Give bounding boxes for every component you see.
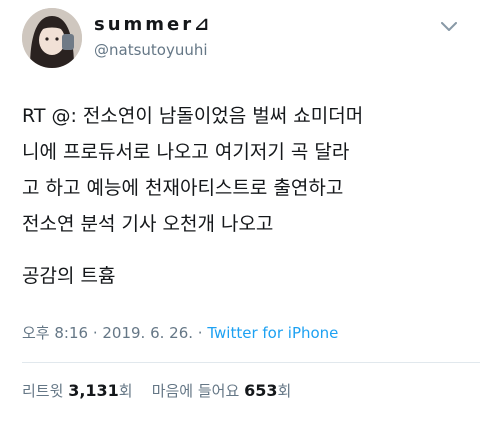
likes-count: 653: [244, 381, 278, 400]
divider: [22, 362, 480, 363]
tweet-text: RT @: 전소연이 남돌이었음 벌써 쇼미더머 니에 프로듀서로 나오고 여기…: [22, 98, 462, 294]
tweet-time[interactable]: 오후 8:16: [22, 324, 88, 342]
likes-stat[interactable]: 마음에 들어요 653회: [151, 381, 292, 400]
tweet-date[interactable]: 2019. 6. 26.: [102, 324, 193, 342]
avatar[interactable]: [22, 8, 82, 68]
meta-separator: ·: [193, 324, 208, 342]
retweets-count: 3,131: [68, 381, 119, 400]
tweet-source-link[interactable]: Twitter for iPhone: [207, 324, 338, 342]
likes-label: 마음에 들어요: [151, 382, 240, 400]
retweets-stat[interactable]: 리트윗 3,131회: [22, 381, 137, 400]
chevron-down-icon[interactable]: [438, 16, 460, 38]
tweet-header: summer⊿ @natsutoyuuhi: [22, 8, 460, 68]
user-handle[interactable]: @natsutoyuuhi: [94, 41, 212, 59]
retweets-unit: 회: [118, 382, 133, 400]
tweet-text-paragraph-2: 공감의 트흄: [22, 265, 116, 287]
meta-separator: ·: [88, 324, 103, 342]
tweet-meta: 오후 8:16 · 2019. 6. 26. · Twitter for iPh…: [22, 322, 338, 343]
tweet-text-paragraph: RT @: 전소연이 남돌이었음 벌써 쇼미더머 니에 프로듀서로 나오고 여기…: [22, 105, 364, 235]
user-names: summer⊿ @natsutoyuuhi: [94, 14, 212, 59]
tweet-stats: 리트윗 3,131회 마음에 들어요 653회: [22, 380, 291, 401]
likes-unit: 회: [277, 382, 292, 400]
retweets-label: 리트윗: [22, 382, 64, 400]
avatar-image: [22, 8, 82, 68]
display-name[interactable]: summer⊿: [94, 14, 212, 35]
